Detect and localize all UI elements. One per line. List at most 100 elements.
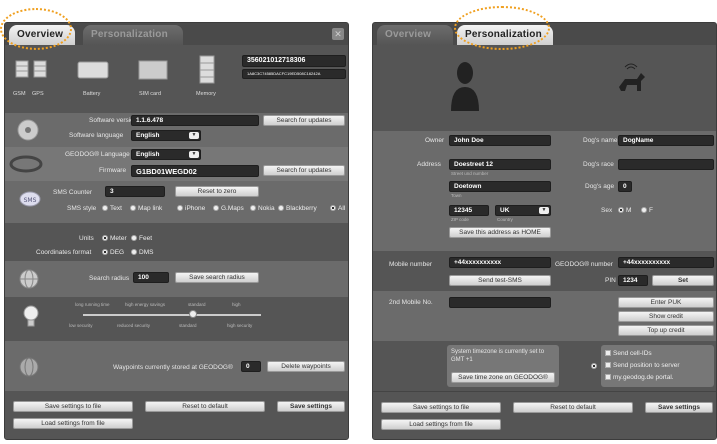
collar-icon bbox=[9, 155, 43, 173]
save-settings-button[interactable]: Save settings bbox=[645, 402, 713, 413]
send-test-sms-button[interactable]: Send test-SMS bbox=[449, 275, 551, 286]
coords-dms[interactable]: DMS bbox=[131, 249, 153, 256]
timezone-text: System timezone is currently set to GMT … bbox=[451, 349, 545, 363]
save-settings-button[interactable]: Save settings bbox=[277, 401, 345, 412]
sms-style-iphone[interactable]: iPhone bbox=[177, 205, 205, 212]
slider-bottom-label-1: low security bbox=[69, 323, 93, 328]
software-language-label: Software language bbox=[69, 132, 124, 139]
energy-slider-thumb[interactable] bbox=[189, 310, 198, 318]
close-icon[interactable]: ✕ bbox=[332, 28, 344, 40]
tab-personalization[interactable]: Personalization bbox=[83, 25, 183, 45]
send-position-label: Send position to server bbox=[613, 362, 680, 369]
town-field[interactable]: Doetown bbox=[449, 181, 551, 192]
reset-to-default-button[interactable]: Reset to default bbox=[513, 402, 633, 413]
software-language-select[interactable]: English ▼ bbox=[131, 130, 201, 141]
dog-name-field[interactable]: DogName bbox=[618, 135, 714, 146]
gsm-gps-icon bbox=[15, 60, 47, 78]
firmware-label: Firmware bbox=[99, 167, 127, 174]
coords-deg[interactable]: DEG bbox=[102, 249, 124, 256]
radio-dot bbox=[102, 249, 108, 255]
mobile-number-field[interactable]: +44xxxxxxxxxx bbox=[449, 257, 551, 268]
owner-field[interactable]: John Doe bbox=[449, 135, 551, 146]
battery-icon bbox=[77, 61, 109, 79]
sms-style-all[interactable]: All bbox=[330, 205, 345, 212]
portal-checkbox[interactable]: my.geodog.de portal. bbox=[605, 374, 674, 381]
radio-dot bbox=[641, 207, 647, 213]
dog-race-field[interactable] bbox=[618, 159, 714, 170]
software-version-field: 1.1.6.478 bbox=[131, 115, 259, 126]
geodog-language-select[interactable]: English ▼ bbox=[131, 149, 201, 160]
top-up-credit-button[interactable]: Top up credit bbox=[618, 325, 714, 336]
sms-style-nokia[interactable]: Nokia bbox=[250, 205, 275, 212]
slider-bottom-label-4: high security bbox=[227, 323, 253, 328]
search-updates-firmware-button[interactable]: Search for updates bbox=[263, 165, 345, 176]
pin-field[interactable]: 1234 bbox=[618, 275, 648, 286]
tab-overview[interactable]: Overview bbox=[377, 25, 453, 45]
software-row: Software version 1.1.6.478 Search for up… bbox=[5, 113, 348, 147]
show-credit-button[interactable]: Show credit bbox=[618, 311, 714, 322]
enter-puk-button[interactable]: Enter PUK bbox=[618, 297, 714, 308]
country-sublabel: Country bbox=[497, 217, 513, 222]
checkbox bbox=[605, 350, 611, 356]
save-settings-to-file-button[interactable]: Save settings to file bbox=[381, 402, 501, 413]
sms-style-blackberry[interactable]: Blackberry bbox=[278, 205, 317, 212]
sms-style-maplink[interactable]: Map link bbox=[130, 205, 162, 212]
load-settings-from-file-button[interactable]: Load settings from file bbox=[13, 418, 133, 429]
units-feet[interactable]: Feet bbox=[131, 235, 152, 242]
geodog-language-label: GEODOG® Language bbox=[65, 151, 130, 158]
sms-counter-field: 3 bbox=[105, 186, 165, 197]
firmware-field: G1BD01WEGD02 bbox=[131, 165, 259, 177]
search-radius-field[interactable]: 100 bbox=[133, 272, 169, 283]
second-mobile-field[interactable] bbox=[449, 297, 551, 308]
load-settings-from-file-button[interactable]: Load settings from file bbox=[381, 419, 501, 430]
radio-dot bbox=[131, 235, 137, 241]
delete-waypoints-button[interactable]: Delete waypoints bbox=[267, 361, 345, 372]
coords-dms-label: DMS bbox=[139, 249, 154, 256]
mobile-row: Mobile number +44xxxxxxxxxx Send test-SM… bbox=[373, 251, 716, 291]
sex-f[interactable]: F bbox=[641, 207, 653, 214]
geodog-number-field[interactable]: +44xxxxxxxxxx bbox=[618, 257, 714, 268]
country-value: UK bbox=[500, 207, 510, 214]
owner-label: Owner bbox=[425, 137, 445, 144]
device-label-memory: Memory bbox=[196, 91, 216, 97]
units-meter[interactable]: Meter bbox=[102, 235, 127, 242]
save-home-button[interactable]: Save this address as HOME bbox=[449, 227, 551, 238]
cd-icon bbox=[17, 119, 39, 141]
second-mobile-row: 2nd Mobile No. Enter PUK Show credit Top… bbox=[373, 291, 716, 341]
street-sublabel: Street und number bbox=[451, 171, 489, 176]
send-position-checkbox[interactable]: Send position to server bbox=[605, 362, 679, 369]
software-language-value: English bbox=[136, 132, 160, 139]
chevron-down-icon: ▼ bbox=[189, 151, 199, 158]
units-meter-label: Meter bbox=[110, 235, 127, 242]
street-field[interactable]: Doestreet 12 bbox=[449, 159, 551, 170]
radio-dot bbox=[250, 205, 256, 211]
svg-text:SMS: SMS bbox=[24, 197, 37, 204]
country-select[interactable]: UK ▼ bbox=[495, 205, 551, 216]
save-settings-to-file-button[interactable]: Save settings to file bbox=[13, 401, 133, 412]
radio-dot bbox=[131, 249, 137, 255]
sms-style-gmaps[interactable]: G.Maps bbox=[213, 205, 244, 212]
energy-slider-track[interactable] bbox=[83, 314, 261, 316]
sms-style-iphone-label: iPhone bbox=[185, 205, 206, 212]
dog-signal-icon bbox=[619, 63, 645, 91]
units-label: Units bbox=[79, 235, 94, 242]
zip-field[interactable]: 12345 bbox=[449, 205, 489, 216]
timezone-row: System timezone is currently set to GMT … bbox=[373, 341, 716, 391]
sms-style-maplink-label: Map link bbox=[138, 205, 163, 212]
header-icons-row bbox=[373, 45, 716, 131]
save-search-radius-button[interactable]: Save search radius bbox=[175, 272, 259, 283]
dog-age-field[interactable]: 0 bbox=[618, 181, 632, 192]
slider-bottom-label-2: reduced security bbox=[117, 323, 151, 328]
geodog-number-label: GEODOG® number bbox=[555, 261, 613, 268]
firmware-row: GEODOG® Language English ▼ Firmware G1BD… bbox=[5, 147, 348, 181]
save-timezone-button[interactable]: Save time zone on GEODOG® bbox=[451, 372, 555, 383]
search-updates-button[interactable]: Search for updates bbox=[263, 115, 345, 126]
send-cell-ids-checkbox[interactable]: Send cell-IDs bbox=[605, 350, 652, 357]
sex-m[interactable]: M bbox=[618, 207, 631, 214]
sms-style-text[interactable]: Text bbox=[102, 205, 122, 212]
person-icon bbox=[451, 62, 479, 111]
device-label-battery: Battery bbox=[83, 91, 101, 97]
reset-to-default-button[interactable]: Reset to default bbox=[145, 401, 265, 412]
set-pin-button[interactable]: Set bbox=[652, 275, 714, 286]
reset-zero-button[interactable]: Reset to zero bbox=[175, 186, 259, 197]
